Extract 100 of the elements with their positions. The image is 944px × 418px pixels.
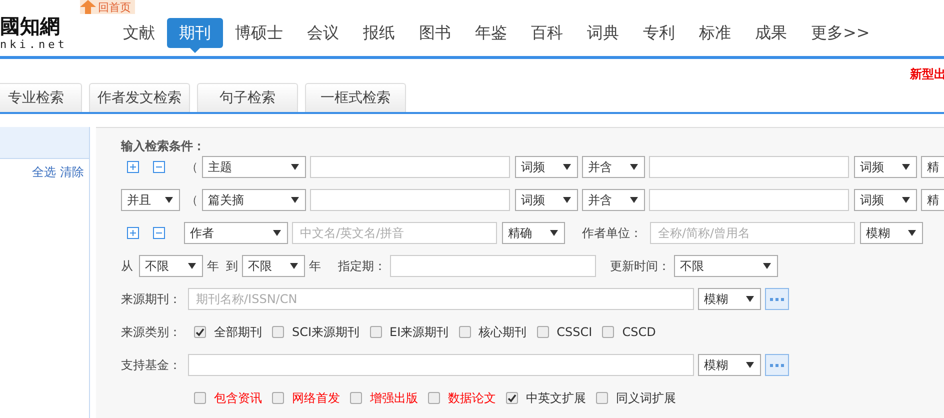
caret-icon xyxy=(746,361,754,369)
parenthesis: （ xyxy=(185,192,198,208)
caret-icon xyxy=(273,229,281,237)
dots-icon xyxy=(770,298,784,300)
remove-row-icon[interactable] xyxy=(153,227,165,239)
match-dropdown[interactable]: 精 xyxy=(921,156,944,178)
checkbox[interactable] xyxy=(272,326,284,338)
caret-icon xyxy=(291,163,299,171)
checkbox-label: 同义词扩展 xyxy=(616,390,676,406)
keyword-input[interactable] xyxy=(310,156,510,178)
clear-link[interactable]: 清除 xyxy=(60,164,84,181)
field-dropdown[interactable]: 篇关摘 xyxy=(202,189,306,211)
field-dropdown[interactable]: 主题 xyxy=(202,156,306,178)
parenthesis: （ xyxy=(185,158,198,176)
form-title: 输入检索条件： xyxy=(121,138,206,155)
nav-tab[interactable]: 文献 xyxy=(111,18,167,48)
checkbox-label: 数据论文 xyxy=(448,390,496,406)
caret-icon xyxy=(550,229,558,237)
period-input[interactable] xyxy=(390,255,596,277)
keyword-input[interactable] xyxy=(649,189,849,211)
up-arrow-icon xyxy=(80,0,96,14)
remove-row-icon[interactable] xyxy=(153,161,165,173)
nav-tab[interactable]: 成果 xyxy=(743,18,799,48)
author-field-dropdown[interactable]: 作者 xyxy=(184,222,288,244)
logo-text: 國知網 xyxy=(0,14,61,38)
checkbox[interactable] xyxy=(350,392,362,404)
search-tab[interactable]: 句子检索 xyxy=(197,83,298,112)
caret-icon xyxy=(902,196,910,204)
nav-tab[interactable]: 百科 xyxy=(519,18,575,48)
frequency-dropdown[interactable]: 词频 xyxy=(854,189,917,211)
frequency-dropdown[interactable]: 词频 xyxy=(515,156,578,178)
nav-tab[interactable]: 报纸 xyxy=(351,18,407,48)
checkbox[interactable] xyxy=(602,326,614,338)
checkbox-label: 包含资讯 xyxy=(214,390,262,406)
checkbox[interactable] xyxy=(272,392,284,404)
more-button[interactable] xyxy=(765,354,789,376)
checkbox-label: CSSCI xyxy=(556,325,592,339)
field-label: 作者单位： xyxy=(582,224,642,242)
search-tab[interactable]: 专业检索 xyxy=(0,83,82,112)
fund-input[interactable] xyxy=(188,354,694,376)
checkbox[interactable] xyxy=(194,326,206,338)
nav-tab[interactable]: 更多>> xyxy=(799,18,882,48)
keyword-input[interactable] xyxy=(649,156,849,178)
year-dropdown[interactable]: 不限 xyxy=(139,255,203,277)
select-all-link[interactable]: 全选 xyxy=(32,164,56,181)
checkbox[interactable] xyxy=(370,326,382,338)
author-input[interactable]: 中文名/英文名/拼音 xyxy=(292,222,497,244)
add-row-icon[interactable] xyxy=(127,227,139,239)
year-dropdown[interactable]: 不限 xyxy=(242,255,305,277)
nav-tab[interactable]: 博硕士 xyxy=(223,18,295,48)
keyword-input[interactable] xyxy=(310,189,510,211)
caret-icon xyxy=(630,163,638,171)
match-dropdown[interactable]: 模糊 xyxy=(860,222,923,244)
field-label: 年 xyxy=(207,258,219,274)
add-row-icon[interactable] xyxy=(127,161,139,173)
checkbox[interactable] xyxy=(194,392,206,404)
nav-tab[interactable]: 词典 xyxy=(575,18,631,48)
match-dropdown[interactable]: 模糊 xyxy=(698,288,761,310)
checkbox[interactable] xyxy=(458,326,471,338)
nav-tab[interactable]: 会议 xyxy=(295,18,351,48)
checkbox[interactable] xyxy=(596,392,608,404)
relation-dropdown[interactable]: 并含 xyxy=(582,189,645,211)
caret-icon xyxy=(763,262,771,270)
update-time-dropdown[interactable]: 不限 xyxy=(674,255,778,277)
logic-dropdown[interactable]: 并且 xyxy=(121,189,180,211)
match-dropdown[interactable]: 精确 xyxy=(502,222,565,244)
checkbox-label: CSCD xyxy=(622,325,656,339)
caret-icon xyxy=(188,262,196,270)
field-label: 年 xyxy=(309,258,321,274)
checkbox[interactable] xyxy=(506,392,518,404)
checkbox-label: EI来源期刊 xyxy=(390,324,449,340)
checkbox[interactable] xyxy=(428,392,440,404)
dots-icon xyxy=(770,364,784,366)
field-label: 来源期刊： xyxy=(121,290,182,308)
caret-icon xyxy=(291,196,299,204)
nav-tab[interactable]: 标准 xyxy=(687,18,743,48)
caret-icon xyxy=(165,196,173,204)
field-label: 指定期： xyxy=(338,258,386,274)
search-tab[interactable]: 作者发文检索 xyxy=(89,83,190,112)
nav-tab[interactable]: 年鉴 xyxy=(463,18,519,48)
relation-dropdown[interactable]: 并含 xyxy=(582,156,645,178)
caret-icon xyxy=(630,196,638,204)
logo-domain: nki.net xyxy=(0,38,68,52)
search-tab[interactable]: 一框式检索 xyxy=(305,83,406,112)
checkbox-label: 增强出版 xyxy=(370,390,418,406)
nav-tab[interactable]: 专利 xyxy=(631,18,687,48)
frequency-dropdown[interactable]: 词频 xyxy=(515,189,578,211)
caret-icon xyxy=(563,163,571,171)
more-button[interactable] xyxy=(765,288,789,310)
field-label: 到 xyxy=(226,258,238,274)
match-dropdown[interactable]: 精 xyxy=(921,189,944,211)
nav-tab[interactable]: 图书 xyxy=(407,18,463,48)
organization-input[interactable]: 全称/简称/曾用名 xyxy=(650,222,855,244)
frequency-dropdown[interactable]: 词频 xyxy=(854,156,917,178)
match-dropdown[interactable]: 模糊 xyxy=(698,354,761,376)
checkbox[interactable] xyxy=(536,326,549,338)
field-label: 更新时间： xyxy=(610,258,670,274)
notice-link[interactable]: 新型出 xyxy=(910,66,944,83)
journal-input[interactable]: 期刊名称/ISSN/CN xyxy=(188,288,694,310)
caret-icon xyxy=(902,163,910,171)
